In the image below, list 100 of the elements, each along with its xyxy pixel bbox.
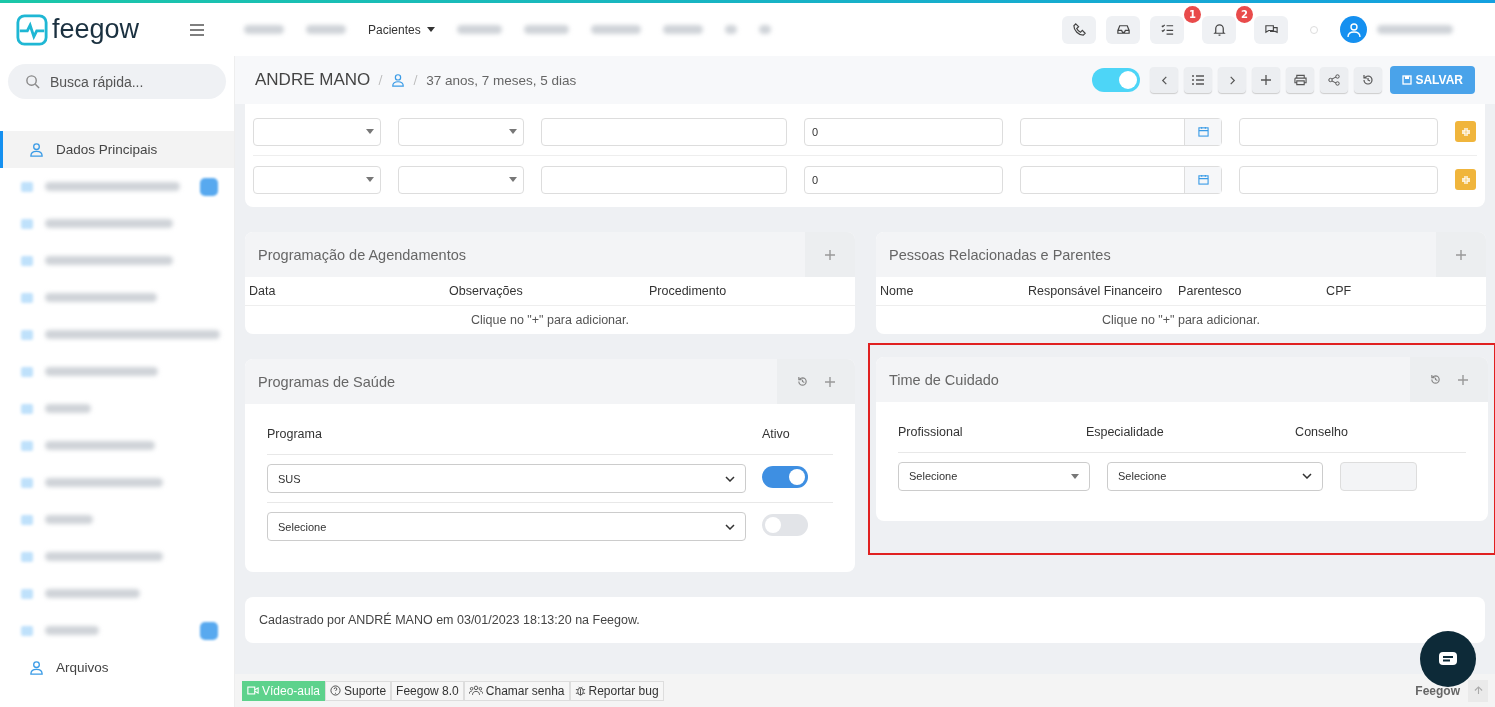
person-icon[interactable]: [391, 73, 406, 87]
phone-button[interactable]: [1062, 15, 1096, 44]
inbox-button[interactable]: [1106, 15, 1140, 44]
column-header: Especialidade: [1085, 425, 1165, 439]
blurred-menu-item[interactable]: [590, 25, 641, 34]
blurred-menu-item[interactable]: [758, 25, 771, 34]
nav-menu-item[interactable]: Pacientes: [368, 22, 435, 37]
select-field[interactable]: [398, 117, 524, 146]
panel-title: Programas de Saúde: [257, 373, 397, 390]
bug-icon: [574, 685, 586, 696]
column-header: Programa: [267, 427, 323, 441]
count-badge: 1: [1184, 5, 1201, 23]
footer-brand: Feegow: [1415, 683, 1460, 698]
previous-button[interactable]: [1150, 67, 1179, 93]
select-field[interactable]: [253, 117, 381, 146]
text-field[interactable]: [1239, 117, 1438, 146]
add-icon[interactable]: [1456, 249, 1466, 260]
checklist-icon: [1159, 22, 1175, 37]
date-field[interactable]: [1020, 165, 1222, 194]
plus-icon: [1261, 75, 1272, 85]
column-header: Conselho: [1295, 425, 1349, 439]
calendar-icon[interactable]: [1197, 174, 1209, 185]
person-icon: [1345, 21, 1362, 38]
chat-icon: [1438, 651, 1458, 667]
arrow-up-icon: [1473, 686, 1483, 695]
separator-icon: [378, 75, 384, 85]
chevron-down-icon: [725, 523, 735, 530]
status-bar-button[interactable]: Reportar bug: [569, 680, 664, 701]
blurred-menu-item[interactable]: [456, 25, 502, 34]
help-icon: [330, 685, 342, 696]
add-icon[interactable]: [825, 376, 835, 387]
print-button[interactable]: [1286, 67, 1315, 93]
panel-title: Programação de Agendamentos: [257, 246, 467, 263]
blurred-menu-item[interactable]: [244, 25, 284, 34]
calendar-icon[interactable]: [1197, 126, 1209, 137]
compress-icon: [1460, 174, 1471, 185]
sidebar-item[interactable]: Arquivos: [0, 649, 234, 686]
history-icon: [1362, 74, 1375, 86]
panel-title: Time de Cuidado: [888, 371, 1000, 388]
number-field[interactable]: 0: [804, 165, 1003, 194]
number-field[interactable]: 0: [804, 117, 1003, 146]
logo-icon: [16, 13, 48, 46]
share-button[interactable]: [1320, 67, 1349, 93]
count-badge: 2: [1236, 5, 1253, 23]
list-button[interactable]: [1184, 67, 1213, 93]
text-field[interactable]: [1340, 461, 1417, 491]
history-button[interactable]: [1354, 67, 1383, 93]
menu-icon[interactable]: [190, 23, 204, 36]
status-bar-button[interactable]: Suporte: [325, 680, 392, 701]
column-header: Parentesco: [1178, 284, 1243, 298]
select-field[interactable]: Selecione: [1107, 461, 1323, 491]
history-icon[interactable]: [1430, 374, 1441, 385]
date-field[interactable]: [1020, 117, 1222, 146]
chevron-down-icon: [1302, 473, 1312, 479]
select-field[interactable]: Selecione: [898, 461, 1090, 491]
blurred-menu-item[interactable]: [724, 25, 737, 34]
blurred-menu-item[interactable]: [306, 25, 346, 34]
tasks-button[interactable]: [1150, 15, 1184, 44]
chat-button[interactable]: [1254, 15, 1288, 44]
scroll-top-button[interactable]: [1468, 679, 1488, 702]
blurred-menu-item[interactable]: [523, 25, 569, 34]
next-button[interactable]: [1218, 67, 1247, 93]
inbox-icon: [1115, 22, 1131, 37]
select-field[interactable]: [253, 165, 381, 194]
notifications-button[interactable]: [1202, 15, 1236, 44]
column-header: Procedimento: [649, 284, 728, 298]
toggle-switch[interactable]: [762, 465, 808, 488]
blurred-menu-item[interactable]: [662, 25, 703, 34]
add-icon[interactable]: [825, 249, 835, 260]
column-header: CPF: [1326, 284, 1352, 298]
floppy-icon: [1402, 75, 1413, 85]
collapse-button[interactable]: [1455, 121, 1476, 142]
toggle-switch[interactable]: [762, 513, 808, 536]
search-field[interactable]: Busca rápida...: [8, 64, 226, 99]
add-button[interactable]: [1252, 67, 1281, 93]
status-bar-button[interactable]: Chamar senha: [463, 680, 570, 701]
add-icon[interactable]: [1458, 374, 1468, 385]
text-field[interactable]: [1239, 165, 1438, 194]
bell-icon: [1211, 22, 1227, 37]
person-icon: [29, 142, 44, 157]
search-icon: [25, 74, 40, 89]
phone-icon: [1071, 22, 1087, 37]
select-field[interactable]: [398, 165, 524, 194]
caret-icon: [509, 177, 517, 182]
avatar[interactable]: [1340, 16, 1367, 43]
sidebar-item[interactable]: Dados Principais: [0, 131, 234, 168]
column-header: Data: [249, 284, 277, 298]
history-icon[interactable]: [797, 376, 808, 387]
printer-icon: [1293, 74, 1307, 86]
select-field[interactable]: Selecione: [267, 512, 746, 541]
text-field[interactable]: [541, 165, 787, 194]
column-header: Observações: [449, 284, 524, 298]
chevron-right-icon: [1227, 75, 1237, 85]
text-field[interactable]: [541, 117, 787, 146]
collapse-button[interactable]: [1455, 169, 1476, 190]
status-bar-button[interactable]: Feegow 8.0: [391, 680, 464, 701]
select-field[interactable]: SUS: [267, 464, 746, 493]
separator-icon: [413, 75, 419, 85]
toggle-switch[interactable]: [1092, 68, 1141, 92]
compress-icon: [1460, 126, 1471, 137]
